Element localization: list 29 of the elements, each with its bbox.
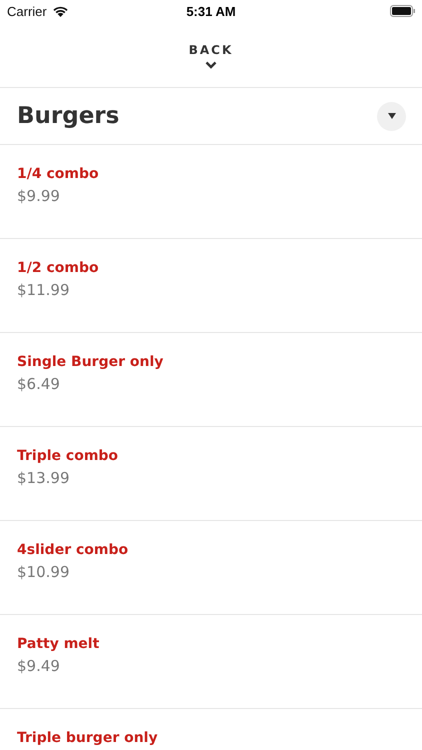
chevron-down-icon xyxy=(205,60,217,68)
battery-icon xyxy=(390,5,416,17)
menu-item[interactable]: 1/2 combo $11.99 xyxy=(0,239,422,333)
item-name: 1/4 combo xyxy=(17,166,100,182)
dropdown-button[interactable] xyxy=(377,102,406,130)
menu-item[interactable]: Single Burger only $6.49 xyxy=(0,333,422,427)
item-name: Triple combo xyxy=(17,448,120,464)
item-name: 4slider combo xyxy=(17,542,130,558)
item-name: 1/2 combo xyxy=(17,260,100,276)
menu-item[interactable]: Triple combo $13.99 xyxy=(0,427,422,521)
item-price: $9.49 xyxy=(17,657,61,675)
item-name: Single Burger only xyxy=(17,354,164,370)
item-name: Patty melt xyxy=(17,636,100,652)
item-price: $9.99 xyxy=(17,187,61,205)
menu-item[interactable]: Patty melt $9.49 xyxy=(0,615,422,709)
item-price: $13.99 xyxy=(17,469,70,487)
item-price: $6.49 xyxy=(17,375,61,393)
carrier-label: Carrier xyxy=(7,4,47,18)
item-price: $11.99 xyxy=(17,281,70,299)
back-button[interactable]: BACK xyxy=(188,42,234,56)
menu-item[interactable]: 4slider combo $10.99 xyxy=(0,521,422,615)
menu-item[interactable]: 1/4 combo $9.99 xyxy=(0,145,422,239)
item-name: Triple burger only xyxy=(17,730,159,746)
item-price: $10.99 xyxy=(17,563,70,581)
status-time: 5:31 AM xyxy=(186,4,236,18)
menu-item[interactable]: Triple burger only xyxy=(0,709,422,750)
wifi-icon xyxy=(52,5,69,17)
category-title: Burgers xyxy=(17,103,120,129)
caret-down-icon xyxy=(388,113,396,119)
